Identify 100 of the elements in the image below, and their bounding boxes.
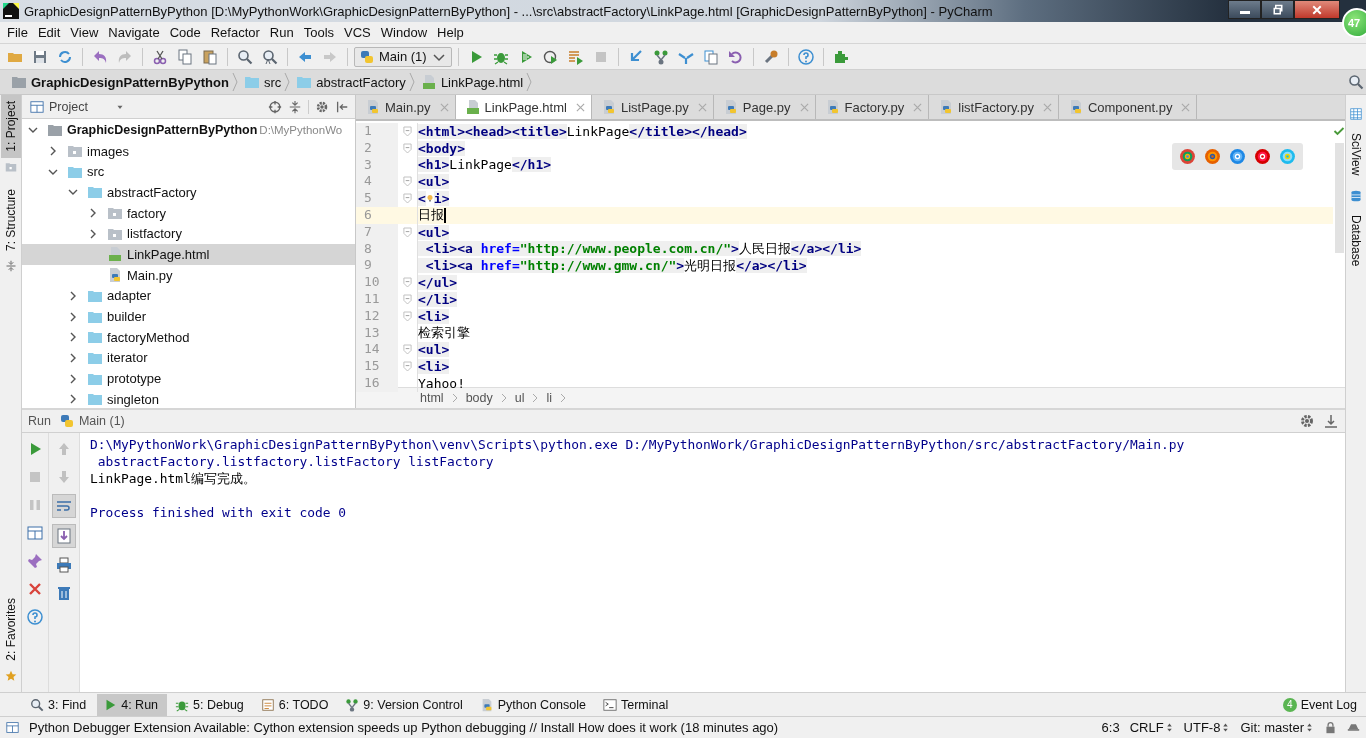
plugin-icon[interactable] — [832, 48, 849, 65]
tool-window-tab[interactable]: 5: Debug — [169, 693, 253, 716]
menu-item[interactable]: Run — [264, 25, 299, 40]
editor-tab[interactable]: Main.py — [356, 95, 456, 119]
tree-item[interactable]: src — [22, 161, 355, 183]
hat-icon[interactable] — [1347, 721, 1360, 734]
breadcrumb-item[interactable]: li — [546, 391, 553, 405]
paste-icon[interactable] — [202, 48, 218, 65]
browser-icon[interactable] — [1204, 148, 1221, 165]
help-icon[interactable] — [797, 48, 814, 65]
breadcrumb-item[interactable]: body — [465, 391, 493, 405]
menu-item[interactable]: Refactor — [205, 25, 265, 40]
scroll-end-icon[interactable] — [56, 528, 72, 544]
compare-icon[interactable] — [702, 48, 719, 65]
restore-button[interactable] — [1261, 0, 1294, 19]
gear-icon[interactable] — [1299, 413, 1315, 429]
tree-item[interactable]: iterator — [22, 347, 355, 369]
tree-item[interactable]: factory — [22, 202, 355, 224]
menu-item[interactable]: File — [2, 25, 33, 40]
browser-icon[interactable] — [1254, 148, 1271, 165]
tree-item[interactable]: adapter — [22, 285, 355, 307]
search-icon[interactable] — [1348, 74, 1364, 90]
nav-crumb[interactable]: LinkPage.html — [417, 74, 527, 90]
fold-marker-icon[interactable] — [403, 226, 412, 238]
breadcrumb-item[interactable]: ul — [514, 391, 525, 405]
fold-marker-icon[interactable] — [403, 344, 412, 356]
close-icon[interactable] — [799, 102, 809, 112]
layout-icon[interactable] — [27, 525, 43, 541]
scissors-icon[interactable] — [152, 48, 168, 65]
event-log-button[interactable]: 4 Event Log — [1276, 693, 1366, 716]
close-icon[interactable] — [1042, 102, 1052, 112]
editor-tab[interactable]: ListPage.py — [591, 95, 714, 119]
tool-window-tab[interactable]: 6: TODO — [254, 693, 338, 716]
menu-item[interactable]: Help — [432, 25, 469, 40]
nav-crumb[interactable]: GraphicDesignPatternByPython — [8, 74, 232, 90]
database-icon[interactable] — [1350, 190, 1362, 203]
tree-item[interactable]: LinkPage.html — [22, 244, 355, 265]
copy-icon[interactable] — [177, 48, 193, 65]
up-arrow-icon[interactable] — [56, 441, 72, 457]
scrollbar[interactable] — [1334, 143, 1344, 253]
menu-item[interactable]: Navigate — [103, 25, 165, 40]
editor-tab[interactable]: Factory.py — [815, 95, 930, 119]
editor-tab[interactable]: listFactory.py — [929, 95, 1059, 119]
down-arrow-icon[interactable] — [56, 469, 72, 485]
replace-icon[interactable] — [262, 48, 278, 65]
trash-icon[interactable] — [56, 585, 72, 601]
menu-item[interactable]: Window — [375, 25, 433, 40]
tool-window-tab[interactable]: 3: Find — [24, 693, 96, 716]
tree-item[interactable]: builder — [22, 306, 355, 327]
status-message[interactable]: Python Debugger Extension Available: Cython extension speeds up Python debugging // Install How does it work (18 minutes ago) — [29, 720, 779, 735]
printer-icon[interactable] — [56, 557, 72, 573]
fold-marker-icon[interactable] — [403, 310, 412, 322]
collapse-icon[interactable] — [4, 259, 17, 272]
nav-crumb[interactable]: src — [240, 74, 285, 90]
close-icon[interactable] — [913, 102, 923, 112]
tool-window-tab[interactable]: 4: Run — [97, 693, 168, 716]
run-configuration-dropdown[interactable]: Main (1) — [354, 46, 452, 67]
close-icon[interactable] — [439, 102, 449, 112]
browser-icon[interactable] — [1229, 148, 1246, 165]
tree-item[interactable]: GraphicDesignPatternByPython D:\MyPythonWo — [22, 120, 355, 141]
tool-window-button[interactable]: 7: Structure — [0, 182, 21, 257]
wrench-icon[interactable] — [762, 48, 779, 65]
search-icon[interactable] — [237, 48, 253, 65]
tree-item[interactable]: abstractFactory — [22, 182, 355, 203]
grid-icon[interactable] — [1350, 108, 1362, 120]
fold-marker-icon[interactable] — [403, 125, 412, 137]
tool-window-tab[interactable]: Python Console — [473, 693, 595, 716]
run-tab[interactable]: Main (1) — [58, 413, 125, 429]
pin-icon[interactable] — [27, 553, 43, 569]
nav-crumb[interactable]: abstractFactory — [293, 74, 409, 90]
tree-item[interactable]: factoryMethod — [22, 326, 355, 348]
menu-item[interactable]: Code — [164, 25, 206, 40]
fold-marker-icon[interactable] — [403, 176, 412, 188]
fold-marker-icon[interactable] — [403, 193, 412, 205]
close-icon[interactable] — [1181, 102, 1191, 112]
editor-tab[interactable]: Page.py — [713, 95, 816, 119]
revert-icon[interactable] — [727, 48, 744, 65]
tree-item[interactable]: Main.py — [22, 264, 355, 286]
tool-window-button[interactable]: 1: Project — [0, 95, 21, 158]
sync-icon[interactable] — [57, 48, 73, 65]
fold-marker-icon[interactable] — [403, 277, 412, 289]
encoding-selector[interactable]: UTF-8 — [1183, 720, 1231, 735]
hide-down-icon[interactable] — [1323, 413, 1339, 429]
close-icon[interactable] — [27, 581, 43, 597]
line-separator-selector[interactable]: CRLF — [1129, 720, 1174, 735]
menu-item[interactable]: Edit — [32, 25, 66, 40]
fold-marker-icon[interactable] — [403, 293, 412, 305]
redo-icon[interactable] — [117, 48, 133, 65]
vcs-branch-selector[interactable]: Git: master — [1240, 720, 1314, 735]
close-icon[interactable] — [575, 102, 585, 112]
help-icon[interactable] — [27, 609, 43, 625]
tool-window-tab[interactable]: 9: Version Control — [339, 693, 472, 716]
fold-marker-icon[interactable] — [403, 142, 412, 154]
tool-window-button[interactable]: Database — [1346, 212, 1366, 279]
caret-position[interactable]: 6:3 — [1101, 720, 1120, 735]
menu-item[interactable]: Tools — [298, 25, 340, 40]
browser-icon[interactable] — [1179, 148, 1196, 165]
tree-item[interactable]: prototype — [22, 368, 355, 389]
profile-icon[interactable] — [542, 48, 559, 65]
panel-view-dropdown[interactable]: Project — [30, 99, 125, 114]
